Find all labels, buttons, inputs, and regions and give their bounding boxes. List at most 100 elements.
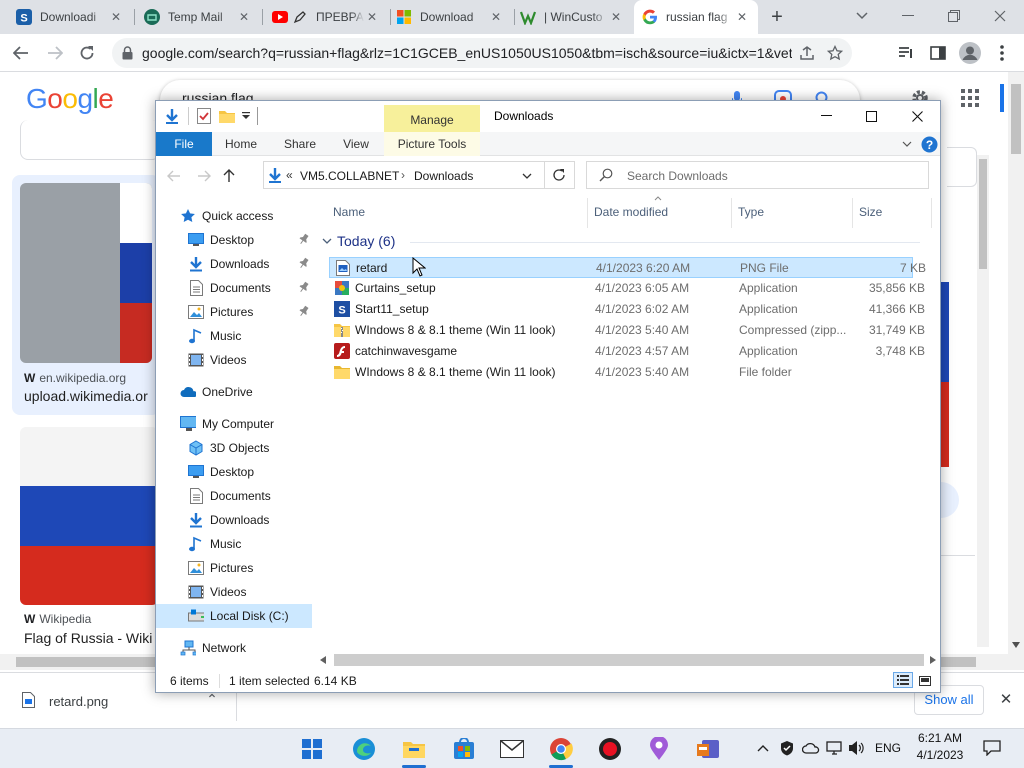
onedrive-tray-icon[interactable] [802,739,820,757]
chevron-down-icon[interactable] [520,170,534,182]
nav-item-documents[interactable]: Documents [156,484,312,508]
path-separator[interactable]: › [401,168,405,182]
edge-icon[interactable] [350,735,378,763]
record-icon[interactable] [596,735,624,763]
nav-item-videos[interactable]: Videos [156,348,312,372]
large-icons-view-icon[interactable] [918,675,932,687]
nav-item-downloads[interactable]: Downloads [156,508,312,532]
reload-icon[interactable] [76,42,98,64]
search-downloads-field[interactable]: Search Downloads [586,161,929,189]
back-icon[interactable] [10,42,32,64]
nav-item-desktop[interactable]: Desktop [156,228,312,252]
russia-flag-image[interactable] [20,427,158,605]
profile-avatar-icon[interactable] [958,41,982,65]
minimize-icon[interactable] [816,107,836,125]
scroll-right-icon[interactable] [930,656,938,664]
tab-share[interactable]: Share [278,132,322,156]
nav-item-quick-access[interactable]: Quick access [156,204,312,228]
browser-tab[interactable]: | WinCusto ✕ [512,0,632,34]
browser-tab[interactable]: ПРЕВРА ✕ [264,0,388,34]
share-icon[interactable] [796,43,818,63]
security-shield-icon[interactable] [778,739,796,757]
close-icon[interactable]: ✕ [236,9,252,25]
back-icon[interactable] [166,168,182,184]
new-folder-icon[interactable] [218,108,236,124]
file-row[interactable]: Curtains_setup 4/1/2023 6:05 AM Applicatio… [329,278,925,299]
result-card[interactable] [20,120,160,160]
side-panel-icon[interactable] [928,43,948,63]
input-language[interactable]: ENG [875,741,901,755]
browser-tab[interactable]: Temp Mail ✕ [136,0,260,34]
chrome-menu-icon[interactable] [992,43,1012,63]
maximize-icon[interactable] [861,107,881,125]
nav-item-music[interactable]: Music [156,324,312,348]
teams-icon[interactable] [694,735,722,763]
forward-icon[interactable] [196,168,212,184]
file-explorer-icon[interactable] [400,735,428,763]
start-icon[interactable] [298,735,326,763]
nav-item-documents[interactable]: Documents [156,276,312,300]
column-type[interactable]: Type [738,205,764,219]
column-date-modified[interactable]: Date modified [594,205,668,219]
volume-icon[interactable] [848,739,866,757]
browser-tab[interactable]: Download ✕ [388,0,512,34]
details-view-button[interactable] [893,672,913,688]
close-shelf-icon[interactable]: ✕ [996,689,1016,709]
file-row[interactable]: WIndows 8 & 8.1 theme (Win 11 look) 4/1/2… [329,362,913,383]
nav-item-local-disk-c[interactable]: Local Disk (C:) [156,604,312,628]
properties-check-icon[interactable] [196,108,212,124]
nav-item-pictures[interactable]: Pictures [156,556,312,580]
mail-icon[interactable] [498,735,526,763]
store-icon[interactable] [450,735,478,763]
inner-scrollbar[interactable] [977,155,989,647]
file-row[interactable]: S Start11_setup 4/1/2023 6:02 AM Applicatio… [329,299,925,320]
browser-tab-active[interactable]: russian flag ✕ [634,0,758,34]
close-icon[interactable]: ✕ [734,9,750,25]
close-icon[interactable]: ✕ [364,9,380,25]
scroll-down-icon[interactable] [1012,642,1020,648]
nav-item-my-computer[interactable]: My Computer [156,412,312,436]
clock-time[interactable]: 6:21 AM [912,731,968,745]
result-title[interactable]: Flag of Russia - Wiki [24,630,158,646]
apps-grid-icon[interactable] [960,88,980,108]
refresh-button[interactable] [545,161,575,189]
quick-access-dropdown-icon[interactable] [240,110,252,122]
close-window-icon[interactable] [990,6,1010,26]
help-icon[interactable]: ? [920,135,938,153]
scroll-left-icon[interactable] [320,656,328,664]
file-row[interactable]: catchinwavesgame 4/1/2023 4:57 AM Applicat… [329,341,925,362]
nav-item-3d-objects[interactable]: 3D Objects [156,436,312,460]
notification-icon[interactable] [982,738,1002,758]
tray-chevron-icon[interactable] [755,741,771,755]
google-logo[interactable]: Google [26,83,114,115]
nav-item-videos[interactable]: Videos [156,580,312,604]
address-bar[interactable]: google.com/search?q=russian+flag&rlz=1C1… [112,38,852,68]
lock-icon[interactable] [120,45,134,61]
tab-search-icon[interactable] [852,8,872,24]
media-control-icon[interactable] [896,43,916,63]
minimize-icon[interactable] [898,6,918,26]
nav-bubble[interactable] [941,482,959,518]
download-filename[interactable]: retard.png [49,694,108,709]
browser-tab[interactable]: S Downloadi ✕ [8,0,132,34]
column-name[interactable]: Name [333,205,365,219]
nav-item-downloads[interactable]: Downloads [156,252,312,276]
result-title[interactable]: upload.wikimedia.or [24,388,158,404]
tab-picture-tools[interactable]: Picture Tools [384,132,480,156]
close-icon[interactable]: ✕ [608,9,624,25]
up-arrow-icon[interactable] [220,165,238,185]
address-path[interactable]: « VM5.COLLABNET › Downloads [263,161,545,189]
nav-item-desktop[interactable]: Desktop [156,460,312,484]
restore-icon[interactable] [944,6,964,26]
group-header-today[interactable]: Today (6) [322,233,920,253]
nav-item-network[interactable]: Network [156,636,312,660]
expand-ribbon-icon[interactable] [900,138,914,150]
tab-view[interactable]: View [336,132,376,156]
path-segment-host[interactable]: VM5.COLLABNET [300,169,399,183]
result-image[interactable] [20,183,152,363]
nav-item-onedrive[interactable]: OneDrive [156,380,312,404]
page-scrollbar[interactable] [1008,72,1024,654]
close-window-icon[interactable] [907,107,927,125]
close-icon[interactable]: ✕ [108,9,124,25]
file-row[interactable]: WIndows 8 & 8.1 theme (Win 11 look) 4/1/2… [329,320,925,341]
